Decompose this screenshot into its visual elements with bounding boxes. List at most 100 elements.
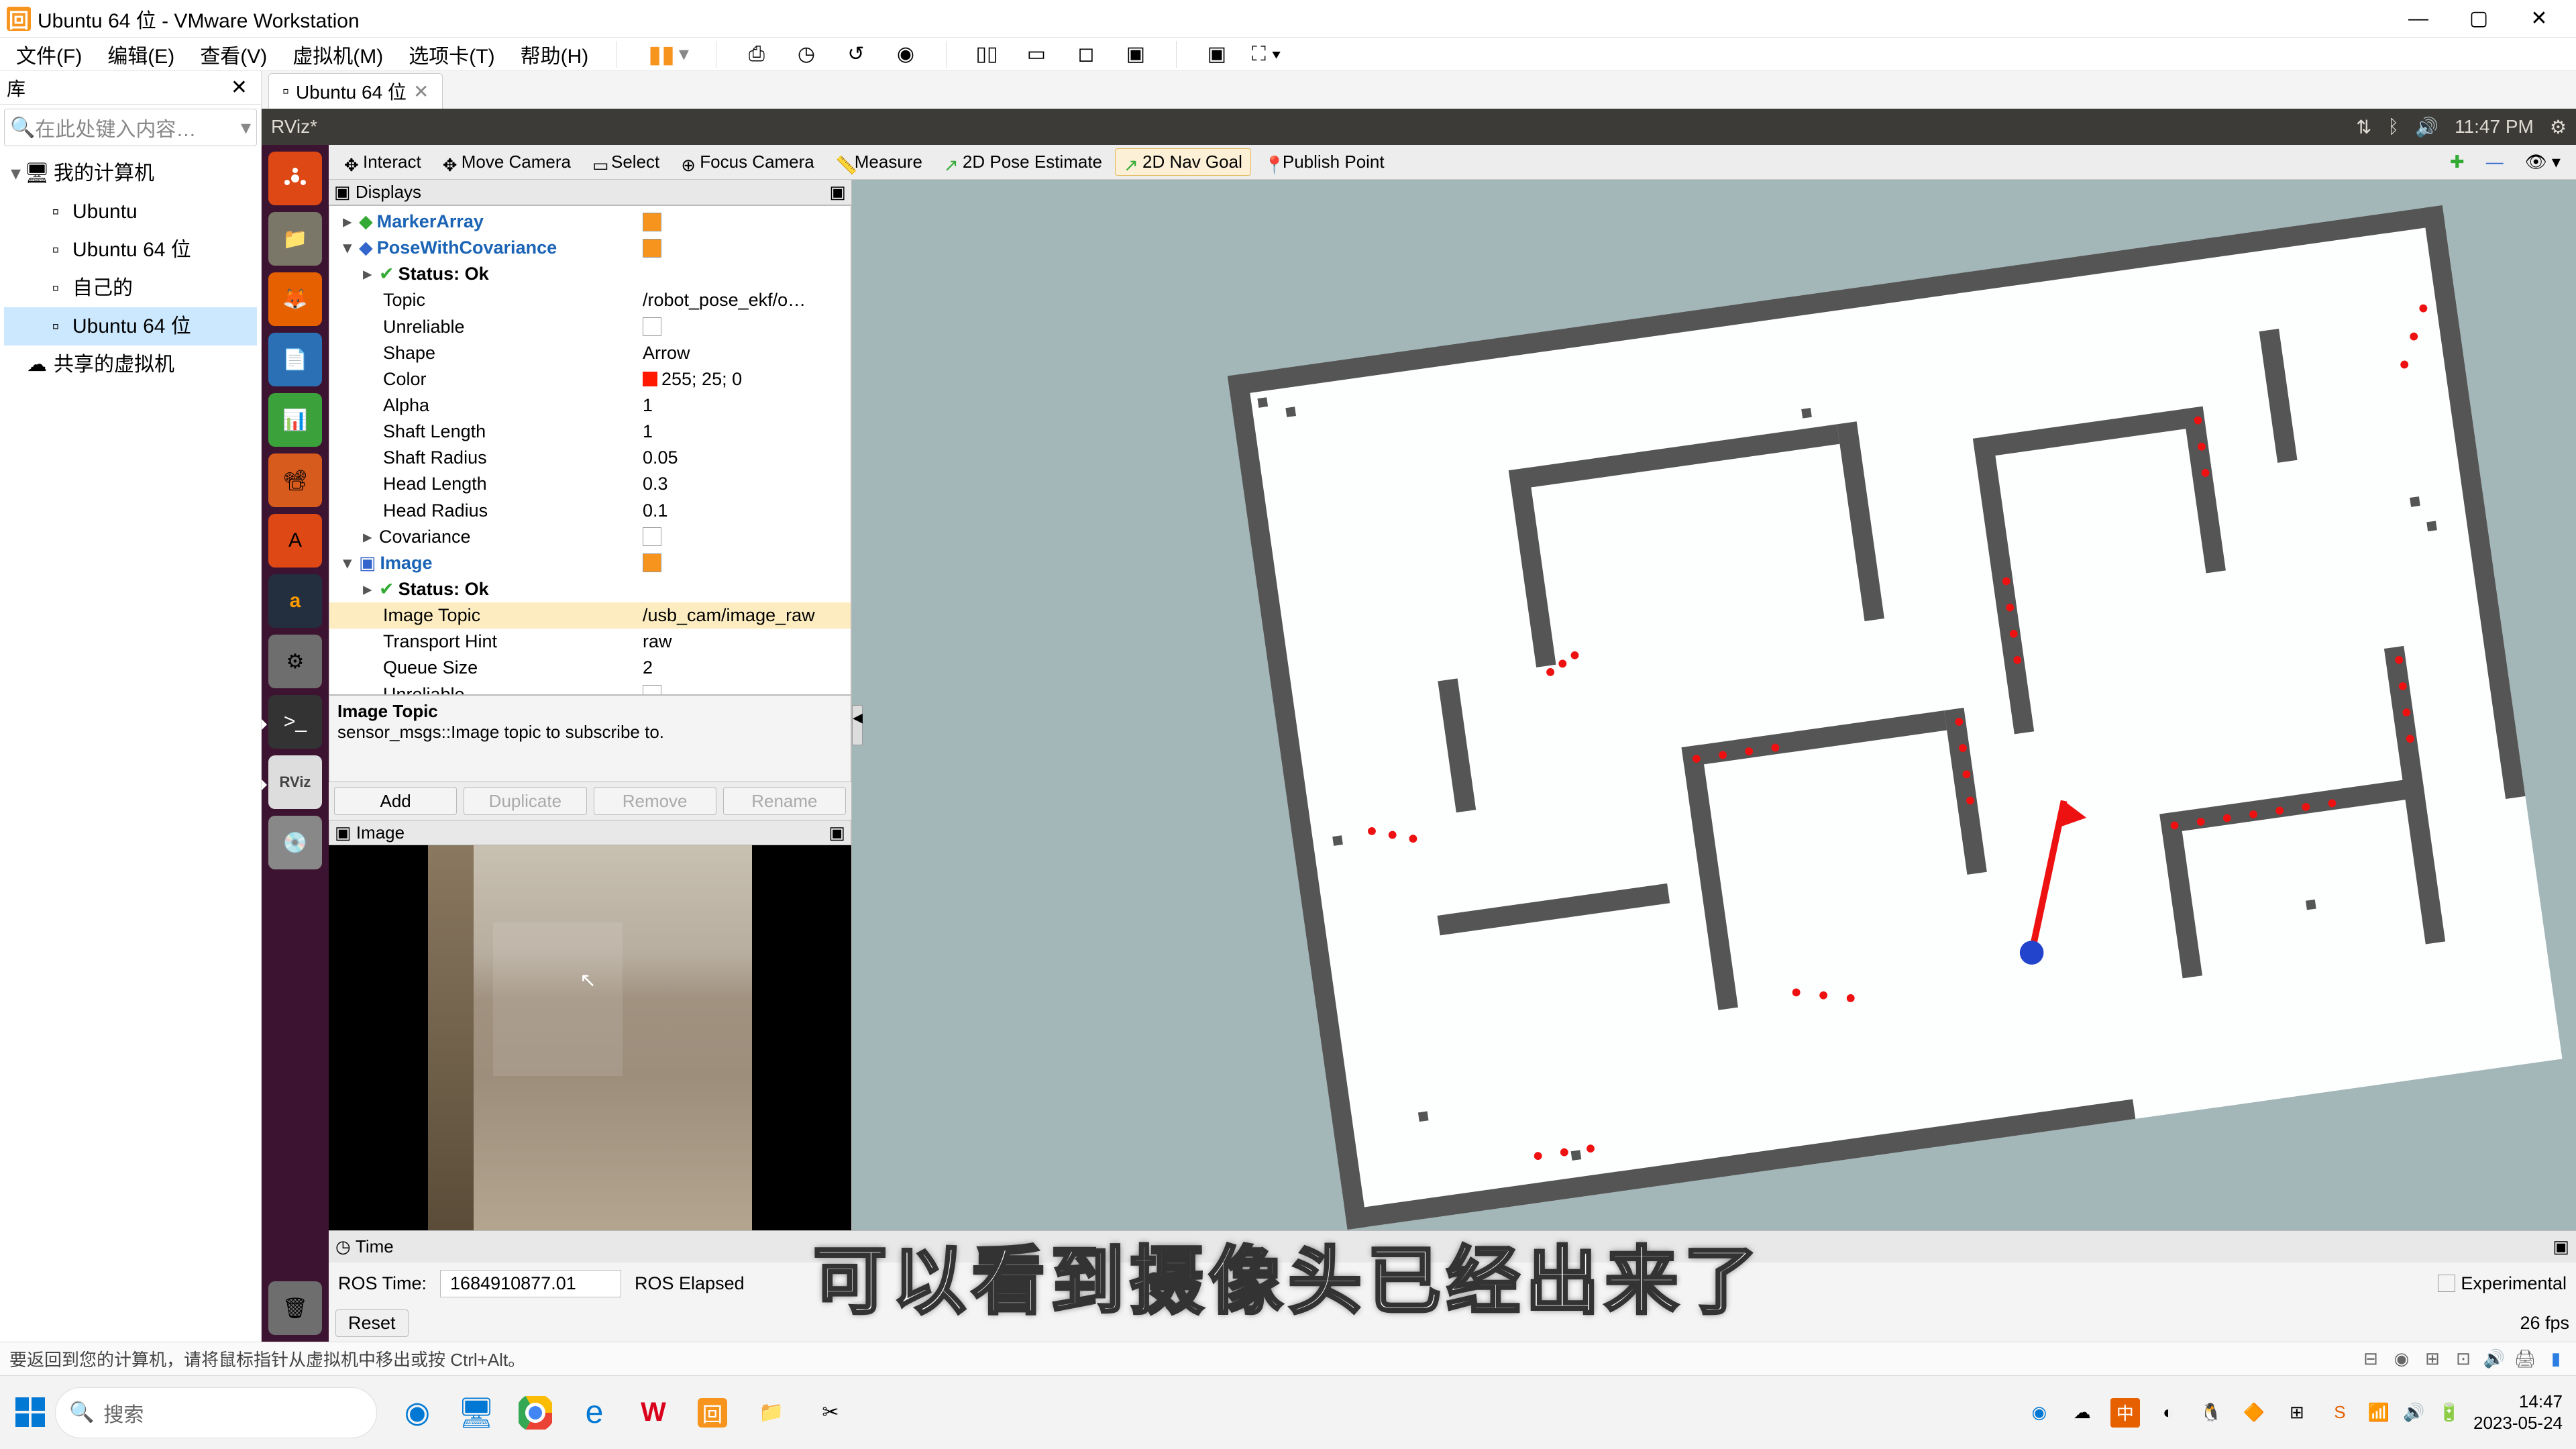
tree-item-own[interactable]: ▫自己的 — [4, 269, 257, 307]
tray-cloud-icon[interactable]: ☁ — [2068, 1398, 2097, 1428]
tree-shared[interactable]: ☁共享的虚拟机 — [4, 345, 257, 384]
tool-2d-pose[interactable]: ↗2D Pose Estimate — [935, 148, 1111, 176]
bluetooth-icon[interactable]: ᛒ — [2387, 116, 2399, 138]
tool-measure[interactable]: 📏Measure — [827, 148, 931, 176]
network-icon[interactable]: ⇅ — [2356, 116, 2371, 138]
tree-item-ubuntu[interactable]: ▫Ubuntu — [4, 193, 257, 231]
tab-close-icon[interactable]: ✕ — [413, 80, 429, 103]
taskbar-search[interactable]: 🔍 搜索 — [55, 1387, 377, 1438]
tray-app-5[interactable]: ⊞ — [2282, 1398, 2312, 1428]
vm-fullscreen-icon[interactable]: ⛶ ▾ — [1252, 40, 1281, 69]
tree-root[interactable]: ▾🖥我的计算机 — [4, 154, 257, 193]
tray-input-icon[interactable]: 中 — [2110, 1398, 2140, 1428]
vm-tab-ubuntu[interactable]: ▫ Ubuntu 64 位 ✕ — [268, 73, 443, 109]
tray-app-3[interactable]: 🐧 — [2196, 1398, 2226, 1428]
marker-checkbox[interactable] — [643, 213, 661, 231]
remove-button[interactable]: Remove — [594, 787, 716, 815]
tray-app-1[interactable]: ◉ — [2025, 1398, 2054, 1428]
launcher-calc-icon[interactable]: 📊 — [268, 393, 322, 447]
status-print-icon[interactable]: 🖨 — [2514, 1348, 2536, 1370]
rename-button[interactable]: Rename — [723, 787, 846, 815]
vm-view-4-icon[interactable]: ▣ — [1121, 40, 1150, 69]
launcher-firefox-icon[interactable]: 🦊 — [268, 272, 322, 326]
taskbar-edge-icon[interactable]: e — [568, 1386, 621, 1440]
tool-move-camera[interactable]: ✥Move Camera — [434, 148, 580, 176]
taskbar-app-1[interactable]: ◉ — [390, 1386, 444, 1440]
taskbar-app-2[interactable]: 🖥 — [449, 1386, 503, 1440]
vm-view-3-icon[interactable]: ◻ — [1071, 40, 1101, 69]
vm-view-2-icon[interactable]: ▭ — [1022, 40, 1051, 69]
launcher-writer-icon[interactable]: 📄 — [268, 333, 322, 386]
menu-file[interactable]: 文件(F) — [13, 38, 85, 70]
displays-close-icon[interactable]: ▣ — [829, 182, 846, 203]
menu-tabs[interactable]: 选项卡(T) — [406, 38, 497, 70]
launcher-settings-icon[interactable]: ⚙ — [268, 635, 322, 688]
tool-2d-nav-goal[interactable]: ↗2D Nav Goal — [1115, 148, 1251, 176]
search-dropdown-icon[interactable]: ▾ — [241, 116, 251, 140]
experimental-checkbox[interactable] — [2438, 1275, 2455, 1292]
vm-clock-icon[interactable]: ◷ — [792, 40, 821, 69]
vm-manage-icon[interactable]: ◉ — [891, 40, 920, 69]
duplicate-button[interactable]: Duplicate — [464, 787, 586, 815]
displays-tree[interactable]: ▸◆MarkerArray ▾◆PoseWithCovariance ▸✔Sta… — [329, 205, 851, 695]
status-net-icon[interactable]: ⊞ — [2422, 1348, 2443, 1370]
tray-app-4[interactable]: 🔶 — [2239, 1398, 2269, 1428]
unreliable-checkbox[interactable] — [643, 317, 661, 336]
library-search[interactable]: 🔍 在此处键入内容… ▾ — [4, 109, 257, 146]
menu-edit[interactable]: 编辑(E) — [105, 38, 177, 70]
tree-item-ubuntu64-2[interactable]: ▫Ubuntu 64 位 — [4, 307, 257, 345]
maximize-button[interactable]: ▢ — [2449, 0, 2509, 38]
image-panel-close-icon[interactable]: ▣ — [828, 822, 845, 843]
ubuntu-clock[interactable]: 11:47 PM — [2455, 116, 2534, 138]
gear-icon[interactable]: ⚙ — [2550, 116, 2567, 138]
image-checkbox[interactable] — [643, 553, 661, 572]
time-close-icon[interactable]: ▣ — [2553, 1236, 2569, 1257]
status-usb-icon[interactable]: ⊡ — [2453, 1348, 2474, 1370]
reset-button[interactable]: Reset — [335, 1309, 409, 1337]
close-button[interactable]: ✕ — [2509, 0, 2569, 38]
rviz-3d-view[interactable]: ◂ — [852, 180, 2576, 1230]
launcher-impress-icon[interactable]: 📽 — [268, 453, 322, 507]
vm-console-icon[interactable]: ▣ — [1202, 40, 1232, 69]
vm-view-1-icon[interactable]: ▯▯ — [972, 40, 1002, 69]
tray-wifi-icon[interactable]: 📶 — [2368, 1402, 2390, 1423]
status-sound-icon[interactable]: 🔊 — [2483, 1348, 2505, 1370]
image-view[interactable]: ↖ — [329, 845, 851, 1230]
start-button[interactable] — [7, 1389, 55, 1437]
tool-focus[interactable]: ⊕Focus Camera — [672, 148, 823, 176]
tool-select[interactable]: ▭Select — [584, 148, 668, 176]
menu-view[interactable]: 查看(V) — [197, 38, 270, 70]
img-unreliable-checkbox[interactable] — [643, 685, 661, 695]
status-cd-icon[interactable]: ◉ — [2391, 1348, 2412, 1370]
tool-add-icon[interactable]: ✚ — [2441, 148, 2473, 176]
vm-snapshot-icon[interactable]: ⎙ — [742, 40, 771, 69]
tray-clock[interactable]: 14:47 2023-05-24 — [2473, 1391, 2563, 1433]
taskbar-wps-icon[interactable]: W — [627, 1386, 680, 1440]
tree-item-ubuntu64-1[interactable]: ▫Ubuntu 64 位 — [4, 231, 257, 269]
tray-battery-icon[interactable]: 🔋 — [2438, 1402, 2460, 1423]
minimize-button[interactable]: — — [2388, 0, 2449, 38]
launcher-dvd-icon[interactable]: 💿 — [268, 816, 322, 869]
tool-interact[interactable]: ✥Interact — [335, 148, 430, 176]
menu-vm[interactable]: 虚拟机(M) — [290, 38, 386, 70]
tool-view-icon[interactable]: 👁 ▾ — [2516, 148, 2569, 176]
tray-volume-icon[interactable]: 🔊 — [2403, 1402, 2424, 1423]
taskbar-explorer-icon[interactable]: 📁 — [745, 1386, 798, 1440]
taskbar-vmware-icon[interactable]: 回 — [686, 1386, 739, 1440]
launcher-trash-icon[interactable]: 🗑 — [268, 1281, 322, 1335]
taskbar-chrome-icon[interactable] — [508, 1386, 562, 1440]
menu-help[interactable]: 帮助(H) — [518, 38, 592, 70]
tray-app-2[interactable]: ◐ — [2153, 1398, 2183, 1428]
launcher-software-icon[interactable]: A — [268, 514, 322, 568]
vm-pause-button[interactable]: ▮▮▾ — [643, 39, 690, 70]
launcher-rviz-icon[interactable]: RViz — [268, 755, 322, 809]
launcher-amazon-icon[interactable]: a — [268, 574, 322, 628]
tray-app-6[interactable]: S — [2325, 1398, 2355, 1428]
tool-publish-point[interactable]: 📍Publish Point — [1255, 148, 1393, 176]
launcher-dash-icon[interactable] — [268, 152, 322, 205]
cov-checkbox[interactable] — [643, 527, 661, 546]
status-disk-icon[interactable]: ⊟ — [2360, 1348, 2381, 1370]
library-close-icon[interactable]: ✕ — [224, 76, 254, 99]
taskbar-snip-icon[interactable]: ✂ — [804, 1386, 857, 1440]
status-display-icon[interactable]: ▮ — [2545, 1348, 2567, 1370]
